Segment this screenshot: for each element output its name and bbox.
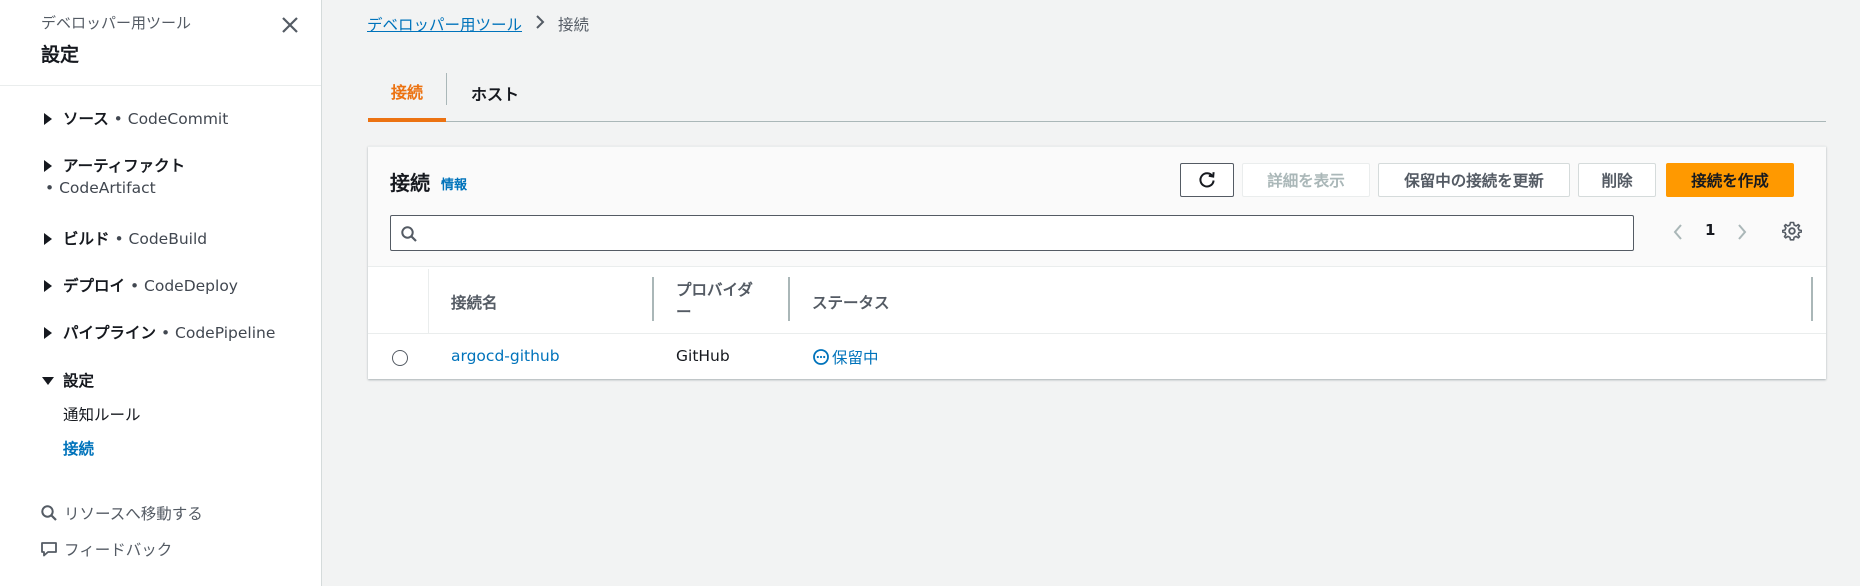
status-cell: 保留中 (812, 346, 879, 368)
provider-cell: GitHub (676, 347, 730, 365)
search-icon (401, 226, 417, 242)
view-details-button[interactable]: 詳細を表示 (1242, 163, 1370, 197)
section-service: • CodeArtifact (45, 179, 156, 197)
tab-hosts[interactable]: ホスト (447, 64, 543, 122)
section-label: 設定 (63, 372, 95, 390)
breadcrumb: デベロッパー用ツール 接続 (367, 13, 589, 35)
side-navigation: デベロッパー用ツール 設定 ソース • CodeCommit アーティファクト … (0, 0, 322, 586)
goto-resource-label: リソースへ移動する (64, 505, 203, 523)
caret-down-icon (42, 377, 54, 385)
feedback-icon (41, 542, 57, 557)
caret-right-icon (44, 280, 52, 292)
section-service: • CodeBuild (114, 230, 208, 248)
sidebar-header: デベロッパー用ツール 設定 (0, 0, 321, 86)
sidebar-section-artifact[interactable]: アーティファクト • CodeArtifact (0, 154, 322, 202)
sidebar-title: 設定 (41, 44, 80, 66)
tab-connections[interactable]: 接続 (368, 64, 446, 122)
page-number[interactable]: 1 (1705, 221, 1715, 239)
search-box (390, 215, 1634, 251)
feedback-link[interactable]: フィードバック (40, 538, 172, 560)
update-pending-button[interactable]: 保留中の接続を更新 (1378, 163, 1570, 197)
breadcrumb-current: 接続 (558, 16, 590, 34)
table-row[interactable]: argocd-github GitHub 保留中 (368, 334, 1826, 379)
column-resizer[interactable] (1811, 277, 1813, 321)
next-page-icon[interactable] (1736, 223, 1748, 245)
row-select-radio[interactable] (392, 350, 408, 366)
caret-right-icon (44, 327, 52, 339)
tab-bar: 接続 ホスト (368, 64, 1826, 122)
search-icon (41, 505, 57, 521)
sidebar-section-deploy[interactable]: デプロイ • CodeDeploy (0, 274, 322, 298)
section-label: ビルド (63, 230, 110, 248)
sidebar-section-pipeline[interactable]: パイプライン • CodePipeline (0, 321, 322, 345)
column-resizer[interactable] (652, 277, 654, 321)
gear-icon[interactable] (1781, 221, 1803, 245)
sidebar-section-source[interactable]: ソース • CodeCommit (0, 107, 322, 131)
search-input[interactable] (421, 218, 1621, 248)
refresh-button[interactable] (1180, 163, 1234, 197)
column-separator (428, 269, 429, 333)
section-label: パイプライン (63, 324, 157, 342)
panel-title: 接続 (390, 171, 430, 195)
section-service: • CodePipeline (160, 324, 276, 342)
connections-table-container: 接続 情報 詳細を表示 保留中の接続を更新 削除 接続を作成 1 接続名 プロバ… (368, 146, 1826, 379)
section-label: ソース (63, 110, 109, 128)
sidebar-section-build[interactable]: ビルド • CodeBuild (0, 227, 322, 251)
goto-resource-link[interactable]: リソースへ移動する (40, 502, 203, 524)
section-service: • CodeCommit (113, 110, 229, 128)
pending-status-icon (813, 349, 829, 365)
info-link[interactable]: 情報 (441, 174, 467, 193)
breadcrumb-root[interactable]: デベロッパー用ツール (367, 13, 522, 35)
delete-button[interactable]: 削除 (1578, 163, 1656, 197)
section-label: デプロイ (63, 277, 126, 295)
section-service: • CodeDeploy (129, 277, 238, 295)
section-label: アーティファクト (63, 157, 186, 175)
feedback-label: フィードバック (64, 541, 173, 559)
previous-page-icon[interactable] (1672, 223, 1684, 245)
column-resizer[interactable] (788, 277, 790, 321)
sidebar-item-connections[interactable]: 接続 (63, 437, 94, 459)
connection-name-link[interactable]: argocd-github (451, 347, 560, 365)
sidebar-item-notification-rules[interactable]: 通知ルール (63, 403, 141, 425)
close-icon[interactable] (278, 13, 302, 37)
chevron-right-icon (535, 15, 545, 33)
create-connection-button[interactable]: 接続を作成 (1666, 163, 1794, 197)
sidebar-section-settings[interactable]: 設定 (0, 369, 322, 393)
status-label: 保留中 (832, 349, 879, 367)
sidebar-subtitle: デベロッパー用ツール (41, 14, 192, 32)
caret-right-icon (44, 160, 52, 172)
refresh-icon (1199, 172, 1215, 188)
caret-right-icon (44, 233, 52, 245)
caret-right-icon (44, 113, 52, 125)
